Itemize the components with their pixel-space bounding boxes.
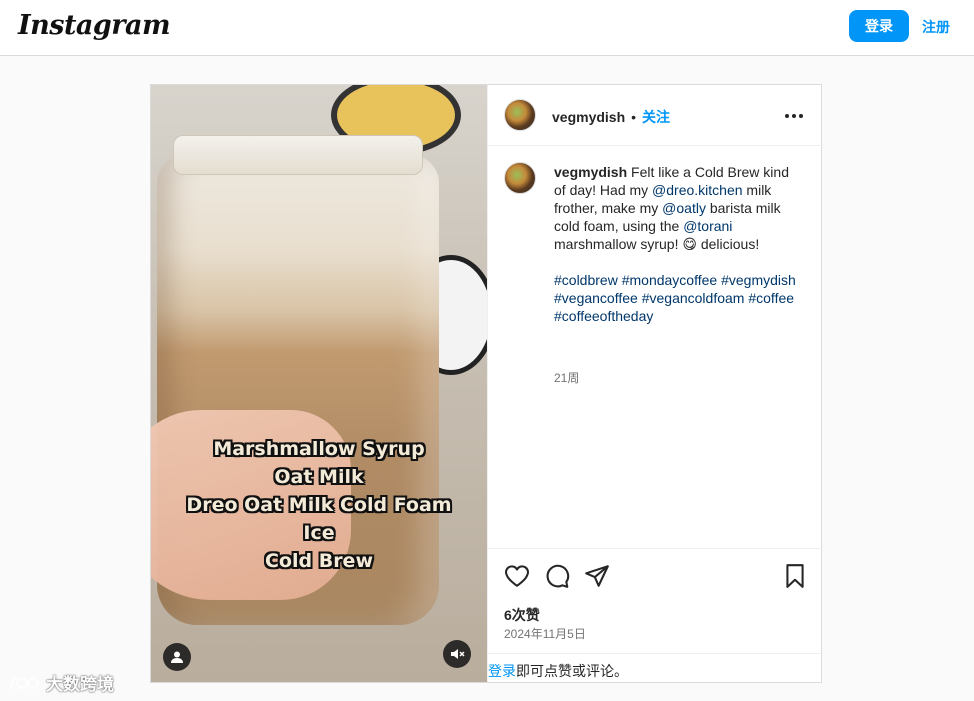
hashtag-link[interactable]: #vegancoffee [554,290,638,306]
username-link[interactable]: vegmydish [552,109,625,125]
avatar[interactable] [504,99,536,131]
action-bar: 6次赞 2024年11月5日 登录即可点赞或评论。 [488,548,823,682]
comment-icon [546,564,570,588]
separator-dot: • [631,109,637,125]
header-user-row: vegmydish • 关注 [552,107,670,127]
post-date[interactable]: 2024年11月5日 [504,625,586,642]
send-icon [585,565,609,587]
caption-age[interactable]: 21周 [554,369,579,386]
login-prompt: 登录即可点赞或评论。 [488,653,823,683]
overlay-line: Cold Brew [264,550,374,572]
hashtag-link[interactable]: #vegmydish [721,272,796,288]
overlay-line: Ice [303,522,335,544]
hashtag-link[interactable]: #coffeeoftheday [554,308,653,324]
speaker-muted-icon [451,649,465,659]
watermark-logo-icon [10,676,40,689]
hashtag-link[interactable]: #mondaycoffee [622,272,717,288]
watermark: 大数跨境 [8,670,114,695]
caption-username[interactable]: vegmydish [554,164,627,180]
mention-link[interactable]: @dreo.kitchen [652,182,742,198]
post-header: vegmydish • 关注 [488,85,823,146]
more-options-icon[interactable] [784,102,804,125]
video-text-overlay: Marshmallow Syrup Oat Milk Dreo Oat Milk… [151,435,487,575]
like-count[interactable]: 6次赞 [504,605,540,625]
mention-link[interactable]: @torani [683,218,732,234]
comment-button[interactable] [544,563,570,589]
jar-neck [173,135,423,175]
post-card: Marshmallow Syrup Oat Milk Dreo Oat Milk… [150,84,823,683]
post-caption: vegmydish Felt like a Cold Brew kind of … [554,163,804,325]
mute-button[interactable] [443,640,471,668]
hashtag-link[interactable]: #coldbrew [554,272,618,288]
login-prompt-text: 即可点赞或评论。 [516,663,628,679]
overlay-line: Oat Milk [274,466,364,488]
post-sidebar: vegmydish • 关注 vegmydish Felt like a Col… [487,85,823,682]
tagged-users-button[interactable] [163,643,191,671]
overlay-line: Dreo Oat Milk Cold Foam [186,494,452,516]
hashtag-link[interactable]: #coffee [748,290,794,306]
hashtag-link[interactable]: #vegancoldfoam [642,290,745,306]
save-button[interactable] [782,563,808,589]
post-video[interactable]: Marshmallow Syrup Oat Milk Dreo Oat Milk… [151,85,487,682]
user-icon [171,651,183,663]
caption-avatar[interactable] [504,162,536,194]
caption-text: marshmallow syrup! 😋 delicious! [554,236,760,252]
signup-link[interactable]: 注册 [922,17,950,37]
heart-icon [505,565,529,587]
follow-button[interactable]: 关注 [642,107,670,127]
watermark-text: 大数跨境 [46,675,114,694]
mention-link[interactable]: @oatly [662,200,706,216]
share-button[interactable] [584,563,610,589]
hashtag-list: #coldbrew #mondaycoffee #vegmydish #vega… [554,271,804,325]
top-bar: Instagram 登录 注册 [0,0,974,56]
overlay-line: Marshmallow Syrup [213,438,425,460]
login-prompt-link[interactable]: 登录 [488,663,516,679]
login-button[interactable]: 登录 [849,10,909,42]
like-button[interactable] [504,563,530,589]
bookmark-icon [786,564,804,588]
instagram-logo[interactable]: Instagram [18,10,171,41]
